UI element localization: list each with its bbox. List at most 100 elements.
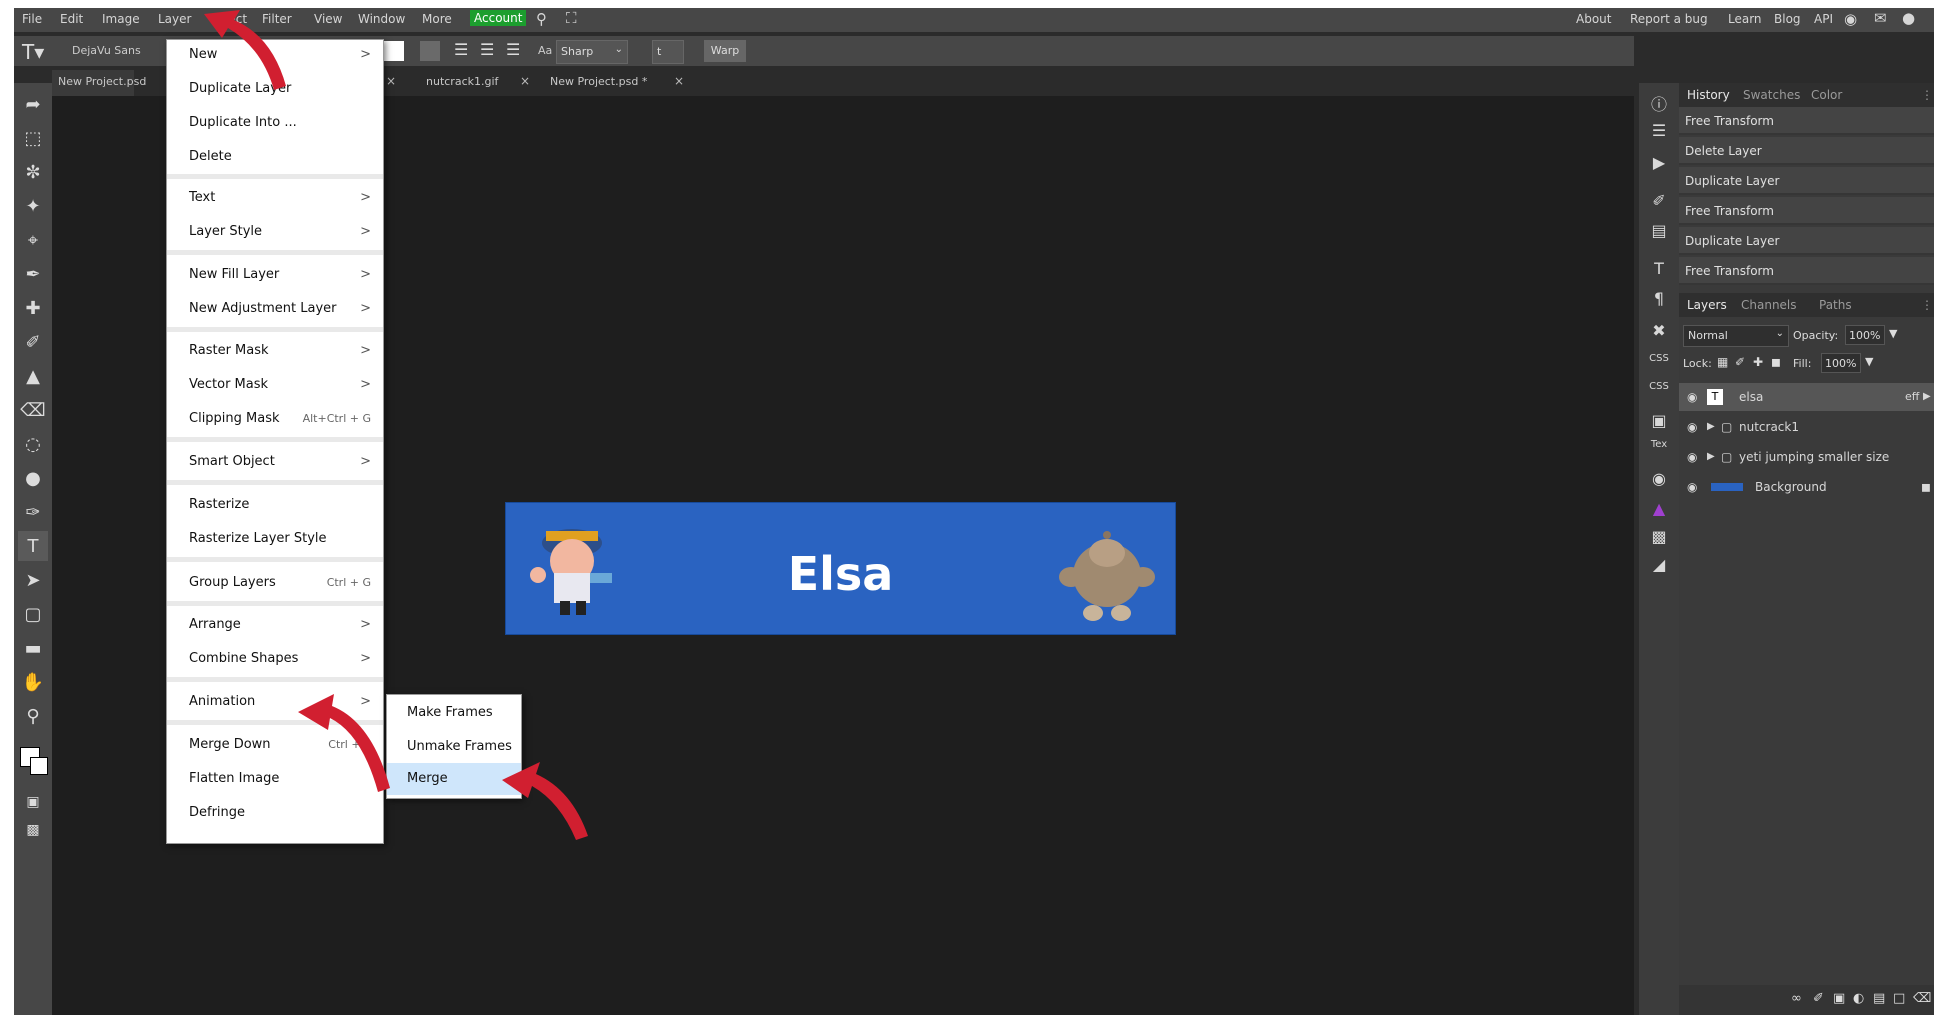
link-about[interactable]: About (1576, 12, 1611, 26)
layer-style-icon[interactable]: ✐ (1813, 991, 1824, 1006)
lock-position-icon[interactable]: ✚ (1753, 355, 1763, 369)
layer-row-nutcrack1[interactable]: ◉ ▶ ▢ nutcrack1 (1679, 413, 1934, 441)
eraser-tool-icon[interactable]: ⌫ (18, 395, 48, 425)
link-report-bug[interactable]: Report a bug (1630, 12, 1708, 26)
align-left-icon[interactable]: ☰ (454, 40, 468, 59)
history-item[interactable]: Duplicate Layer (1679, 227, 1934, 255)
healing-brush-icon[interactable]: ✚ (18, 293, 48, 323)
close-icon[interactable]: × (386, 74, 396, 88)
menu-item-duplicate-into[interactable]: Duplicate Into ... (167, 108, 383, 138)
globe-icon[interactable]: ◉ (1644, 469, 1674, 488)
layer-row-background[interactable]: ◉ Background ◼ (1679, 473, 1934, 501)
menu-item-text[interactable]: Text > (167, 183, 383, 213)
font-family-select[interactable]: DejaVu Sans (72, 44, 141, 57)
lock-transparency-icon[interactable]: ▦ (1717, 355, 1728, 369)
text-option-button[interactable] (420, 41, 440, 61)
css-panel-button-2[interactable]: CSS (1644, 381, 1674, 392)
tab-new-project[interactable]: New Project.psd (58, 75, 146, 88)
magic-wand-icon[interactable]: ✦ (18, 191, 48, 221)
layer-row-yeti[interactable]: ◉ ▶ ▢ yeti jumping smaller size (1679, 443, 1934, 471)
warp-button[interactable]: Warp (704, 40, 746, 62)
menu-item-new-adjustment-layer[interactable]: New Adjustment Layer > (167, 294, 383, 324)
link-api[interactable]: API (1814, 12, 1833, 26)
menu-edit[interactable]: Edit (60, 12, 83, 26)
menu-item-raster-mask[interactable]: Raster Mask > (167, 336, 383, 366)
tab-new-project-modified[interactable]: New Project.psd * (550, 75, 647, 88)
link-layers-icon[interactable]: ∞ (1791, 991, 1802, 1006)
triangle-icon[interactable]: ▲ (1644, 499, 1674, 518)
crop-tool-icon[interactable]: ⌖ (18, 225, 48, 255)
visibility-eye-icon[interactable]: ◉ (1687, 473, 1697, 501)
visibility-eye-icon[interactable]: ◉ (1687, 443, 1697, 471)
tab-nutcrack1[interactable]: nutcrack1.gif (426, 75, 498, 88)
history-item[interactable]: Free Transform (1679, 257, 1934, 285)
menu-item-combine-shapes[interactable]: Combine Shapes > (167, 644, 383, 674)
paragraph-icon[interactable]: ¶ (1644, 289, 1674, 308)
tool-presets-icon[interactable]: ✖ (1644, 321, 1674, 340)
move-tool-icon[interactable]: ➦ (18, 89, 48, 119)
facebook-icon[interactable]: ● (1902, 9, 1915, 27)
text-panel-button[interactable]: Tex (1644, 439, 1674, 450)
menu-window[interactable]: Window (358, 12, 405, 26)
new-layer-icon[interactable]: □ (1893, 991, 1905, 1006)
search-icon[interactable]: ⚲ (536, 10, 547, 28)
hand-tool-icon[interactable]: ✋ (18, 667, 48, 697)
eyedropper-icon[interactable]: ✒ (18, 259, 48, 289)
opacity-input[interactable]: 100% (1845, 325, 1885, 345)
fullscreen-icon[interactable]: ⛶ (566, 9, 577, 27)
clone-stamp-icon[interactable]: ▲ (18, 361, 48, 391)
history-item[interactable]: Free Transform (1679, 107, 1934, 135)
fill-input[interactable]: 100% (1821, 353, 1861, 373)
rectangle-tool-icon[interactable]: ▬ (18, 633, 48, 663)
close-icon[interactable]: × (520, 74, 530, 88)
css-panel-button[interactable]: CSS (1644, 353, 1674, 364)
link-learn[interactable]: Learn (1728, 12, 1762, 26)
lock-all-icon[interactable]: ◼ (1771, 355, 1781, 369)
menu-item-layer-style[interactable]: Layer Style > (167, 217, 383, 247)
history-item[interactable]: Free Transform (1679, 197, 1934, 225)
link-blog[interactable]: Blog (1774, 12, 1801, 26)
tab-color[interactable]: Color (1811, 88, 1842, 102)
expand-arrow-icon[interactable]: ▶ (1707, 413, 1715, 441)
account-button[interactable]: Account (470, 10, 527, 26)
add-mask-icon[interactable]: ▣ (1833, 991, 1845, 1006)
opacity-dropdown-icon[interactable]: ▼ (1889, 327, 1897, 340)
menu-view[interactable]: View (314, 12, 342, 26)
visibility-eye-icon[interactable]: ◉ (1687, 413, 1697, 441)
menu-item-rasterize[interactable]: Rasterize (167, 490, 383, 520)
gradient-icon[interactable]: ▩ (1644, 527, 1674, 546)
text-tool-preset-icon[interactable]: T▾ (22, 40, 44, 64)
lock-pixels-icon[interactable]: ✐ (1735, 355, 1745, 369)
adjustment-icon[interactable]: ◢ (1644, 555, 1674, 574)
menu-item-smart-object[interactable]: Smart Object > (167, 447, 383, 477)
blur-tool-icon[interactable]: ◌ (18, 429, 48, 459)
notes-icon[interactable]: ▤ (1644, 221, 1674, 240)
layer-row-elsa[interactable]: ◉ T elsa eff ▶ (1679, 383, 1934, 411)
marquee-tool-icon[interactable]: ⬚ (18, 123, 48, 153)
history-item[interactable]: Duplicate Layer (1679, 167, 1934, 195)
menu-item-defringe[interactable]: Defringe (167, 798, 383, 828)
history-item[interactable]: Delete Layer (1679, 137, 1934, 165)
menu-item-clipping-mask[interactable]: Clipping Mask Alt+Ctrl + G (167, 404, 383, 434)
align-center-icon[interactable]: ☰ (480, 40, 494, 59)
menu-item-arrange[interactable]: Arrange > (167, 610, 383, 640)
canvas-banner[interactable]: Elsa (505, 502, 1176, 635)
delete-layer-icon[interactable]: ⌫ (1913, 991, 1931, 1006)
fill-dropdown-icon[interactable]: ▼ (1865, 355, 1873, 368)
adjustment-layer-icon[interactable]: ◐ (1853, 991, 1864, 1006)
menu-item-group-layers[interactable]: Group Layers Ctrl + G (167, 568, 383, 598)
menu-item-rasterize-layer-style[interactable]: Rasterize Layer Style (167, 524, 383, 554)
panel-menu-icon[interactable]: ⋮ (1921, 298, 1933, 312)
tab-layers[interactable]: Layers (1687, 298, 1727, 312)
dodge-tool-icon[interactable]: ● (18, 463, 48, 493)
antialias-select[interactable]: Sharp ⌄ (556, 40, 628, 64)
tab-history[interactable]: History (1687, 88, 1730, 102)
submenu-item-make-frames[interactable]: Make Frames (387, 697, 521, 729)
reddit-icon[interactable]: ◉ (1844, 10, 1857, 28)
menu-item-delete[interactable]: Delete (167, 142, 383, 172)
tab-paths[interactable]: Paths (1819, 298, 1852, 312)
new-group-icon[interactable]: ▤ (1873, 991, 1885, 1006)
layer-effects-badge[interactable]: eff (1905, 383, 1919, 411)
menu-item-vector-mask[interactable]: Vector Mask > (167, 370, 383, 400)
pen-tool-icon[interactable]: ✑ (18, 497, 48, 527)
